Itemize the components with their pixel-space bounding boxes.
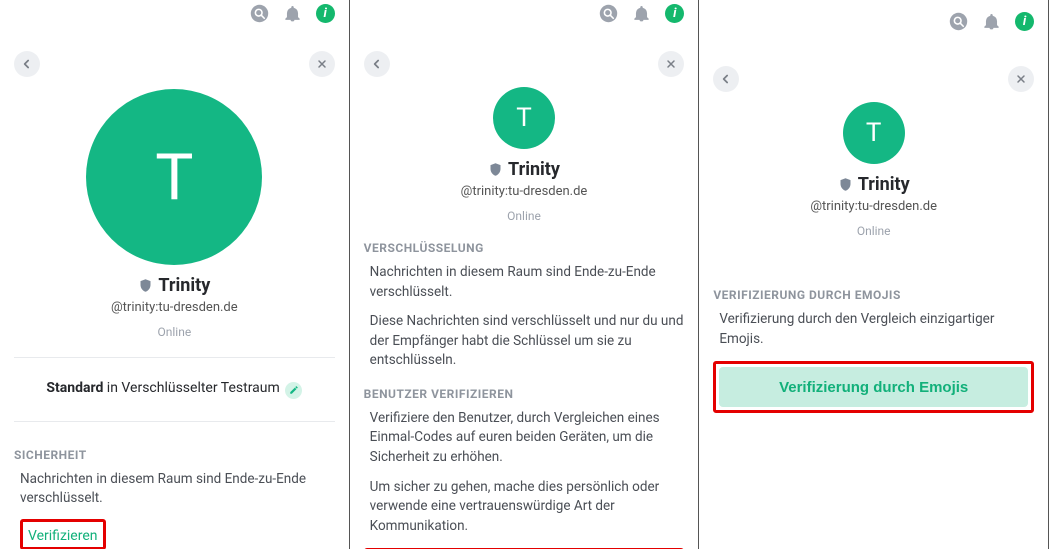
user-handle: @trinity:tu-dresden.de bbox=[713, 199, 1034, 214]
role-line: Standard in Verschlüsselter Testraum bbox=[14, 380, 335, 399]
topbar: i bbox=[699, 4, 1048, 38]
user-name: Trinity bbox=[508, 159, 560, 180]
highlight-emoji-button: Verifizierung durch Emojis bbox=[713, 361, 1034, 413]
emoji-heading: VERIFIZIERUNG DURCH EMOJIS bbox=[713, 288, 1034, 302]
nav-row bbox=[0, 51, 349, 77]
shield-icon bbox=[488, 161, 503, 178]
verify-by-emoji-button[interactable]: Verifizierung durch Emojis bbox=[719, 367, 1028, 407]
user-name-row: Trinity bbox=[14, 275, 335, 296]
shield-icon bbox=[838, 176, 853, 193]
search-icon[interactable] bbox=[949, 12, 968, 31]
close-button[interactable] bbox=[658, 51, 684, 77]
encryption-heading: VERSCHLÜSSELUNG bbox=[364, 241, 685, 255]
search-icon[interactable] bbox=[599, 4, 618, 23]
close-button[interactable] bbox=[1008, 66, 1034, 92]
avatar: T bbox=[86, 89, 262, 265]
enc-p2: Diese Nachrichten sind verschlüsselt und… bbox=[364, 312, 685, 371]
emoji-text: Verifizierung durch den Vergleich einzig… bbox=[713, 310, 1034, 349]
search-icon[interactable] bbox=[250, 4, 269, 23]
verify-link[interactable]: Verifizieren bbox=[28, 528, 98, 544]
user-name: Trinity bbox=[158, 275, 210, 296]
topbar: i bbox=[350, 4, 699, 23]
presence: Online bbox=[364, 209, 685, 223]
nav-row bbox=[350, 51, 699, 77]
back-button[interactable] bbox=[713, 66, 739, 92]
avatar: T bbox=[843, 102, 905, 164]
role-level: Standard bbox=[46, 380, 103, 396]
divider bbox=[14, 357, 335, 358]
user-name-row: Trinity bbox=[713, 174, 1034, 195]
user-handle: @trinity:tu-dresden.de bbox=[14, 300, 335, 315]
avatar: T bbox=[493, 87, 555, 149]
back-button[interactable] bbox=[364, 51, 390, 77]
back-button[interactable] bbox=[14, 51, 40, 77]
info-icon[interactable]: i bbox=[1015, 12, 1034, 31]
role-room: in Verschlüsselter Testraum bbox=[103, 380, 279, 396]
panel-profile: i T Trinity @trinity:tu-dresden.de Onlin… bbox=[0, 0, 350, 549]
bell-icon[interactable] bbox=[632, 4, 651, 23]
security-heading: SICHERHEIT bbox=[14, 448, 335, 462]
user-name-row: Trinity bbox=[364, 159, 685, 180]
nav-row bbox=[699, 66, 1048, 92]
presence: Online bbox=[14, 325, 335, 339]
edit-role-icon[interactable] bbox=[285, 382, 302, 399]
highlight-verify: Verifizieren bbox=[20, 519, 106, 549]
user-name: Trinity bbox=[858, 174, 910, 195]
verify-p1: Verifiziere den Benutzer, durch Vergleic… bbox=[364, 409, 685, 468]
panel-encryption: i T Trinity @trinity:tu-dresden.de Onlin… bbox=[350, 0, 700, 549]
panel-emoji-verify: i T Trinity @trinity:tu-dresden.de Onlin… bbox=[699, 0, 1049, 549]
enc-p1: Nachrichten in diesem Raum sind Ende-zu-… bbox=[364, 263, 685, 302]
info-icon[interactable]: i bbox=[316, 4, 335, 23]
verify-user-heading: BENUTZER VERIFIZIEREN bbox=[364, 387, 685, 401]
close-button[interactable] bbox=[309, 51, 335, 77]
e2e-text: Nachrichten in diesem Raum sind Ende-zu-… bbox=[14, 470, 335, 509]
topbar: i bbox=[0, 4, 349, 23]
bell-icon[interactable] bbox=[982, 12, 1001, 31]
info-icon[interactable]: i bbox=[665, 4, 684, 23]
bell-icon[interactable] bbox=[283, 4, 302, 23]
user-handle: @trinity:tu-dresden.de bbox=[364, 184, 685, 199]
shield-icon bbox=[138, 277, 153, 294]
presence: Online bbox=[713, 224, 1034, 238]
verify-p2: Um sicher zu gehen, mache dies persönlic… bbox=[364, 478, 685, 537]
divider bbox=[14, 421, 335, 422]
